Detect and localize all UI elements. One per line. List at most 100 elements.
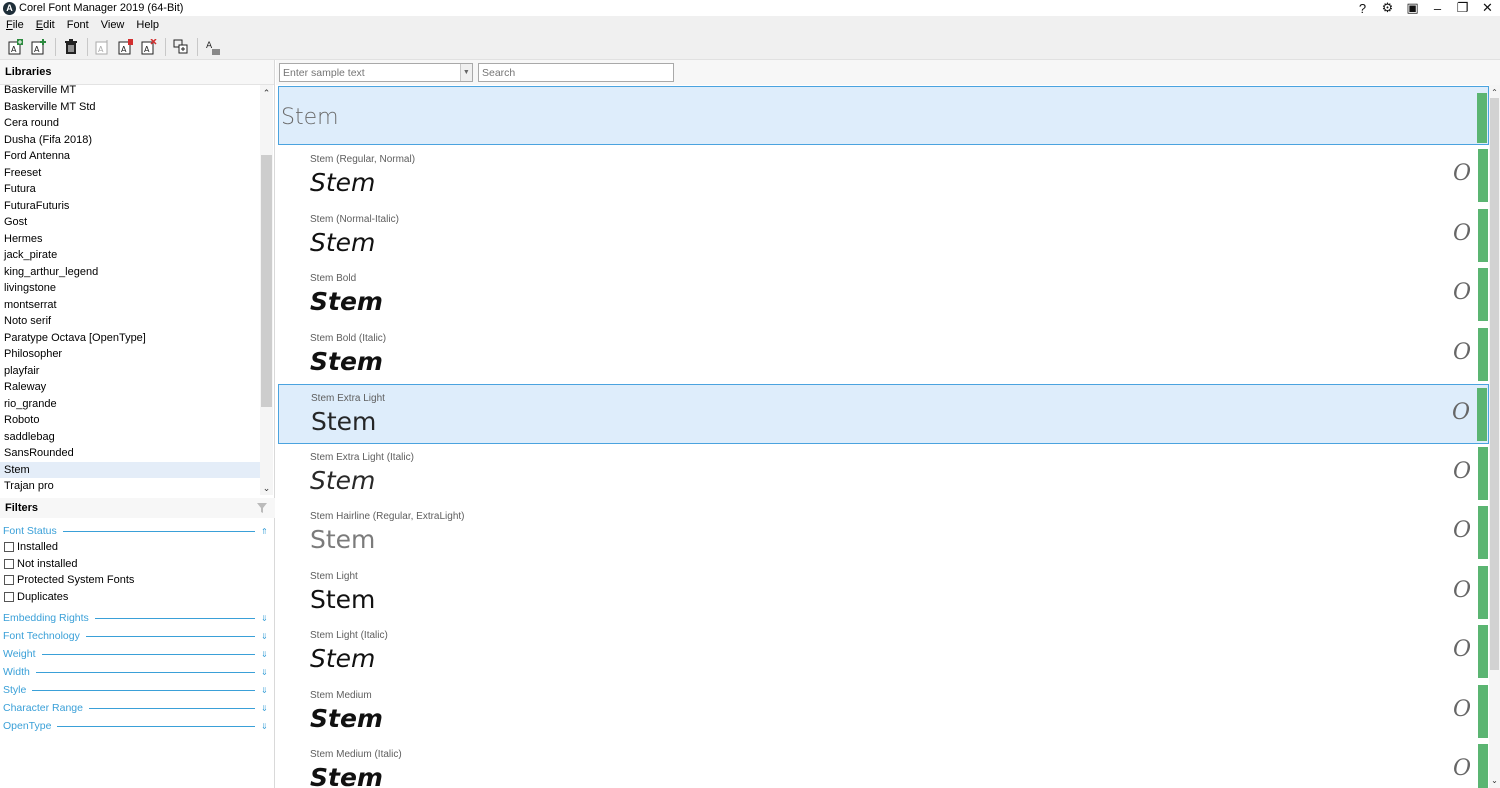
sample-text-combo[interactable]: ▼ bbox=[279, 63, 473, 82]
add-font-button[interactable]: A bbox=[28, 36, 50, 58]
font-row[interactable]: Stem Light (Italic) Stem O bbox=[278, 622, 1489, 682]
expand-icon[interactable]: ⇓ bbox=[261, 668, 269, 677]
clear-filter-icon[interactable] bbox=[256, 502, 268, 514]
font-list-scroll-thumb[interactable] bbox=[1490, 98, 1499, 670]
expand-icon[interactable]: ⇓ bbox=[261, 650, 269, 659]
filter-section[interactable]: Embedding Rights ⇓ bbox=[3, 611, 269, 625]
restore-button[interactable]: ❐ bbox=[1450, 0, 1475, 16]
collapse-icon[interactable]: ⇑ bbox=[261, 527, 269, 536]
library-item[interactable]: TrajanPro Regular bbox=[0, 495, 260, 496]
library-item[interactable]: Baskerville MT bbox=[0, 85, 260, 99]
font-row[interactable]: Stem Extra Light Stem O bbox=[278, 384, 1489, 444]
opentype-icon: O bbox=[1452, 161, 1471, 186]
filter-section[interactable]: Font Technology ⇓ bbox=[3, 629, 269, 643]
libraries-scrollbar[interactable]: ⌃ ⌄ bbox=[260, 85, 273, 495]
font-row[interactable]: Stem Extra Light (Italic) Stem O bbox=[278, 444, 1489, 504]
scroll-down-icon[interactable]: ⌄ bbox=[260, 482, 273, 495]
filter-section-font-status[interactable]: Font Status ⇑ bbox=[3, 524, 269, 538]
uninstall-font-button[interactable]: A bbox=[115, 36, 137, 58]
scroll-up-icon[interactable]: ⌃ bbox=[260, 87, 273, 100]
library-item[interactable]: playfair bbox=[0, 363, 260, 380]
menu-font[interactable]: Font bbox=[61, 19, 95, 31]
library-item[interactable]: Ford Antenna bbox=[0, 148, 260, 165]
library-item[interactable]: Stem bbox=[0, 461, 260, 478]
settings-icon[interactable]: ⚙ bbox=[1375, 0, 1400, 16]
menu-help[interactable]: Help bbox=[130, 19, 165, 31]
delete-button[interactable] bbox=[60, 36, 82, 58]
menu-view[interactable]: View bbox=[95, 19, 131, 31]
checkbox[interactable] bbox=[4, 558, 14, 569]
checkbox[interactable] bbox=[4, 542, 14, 552]
opentype-icon: O bbox=[1452, 756, 1471, 781]
font-list-scrollbar[interactable]: ⌃ ⌄ bbox=[1489, 85, 1500, 788]
scroll-down-icon[interactable]: ⌄ bbox=[1489, 774, 1500, 786]
library-item[interactable]: king_arthur_legend bbox=[0, 264, 260, 281]
filter-section[interactable]: Style ⇓ bbox=[3, 683, 269, 697]
expand-icon[interactable]: ⇓ bbox=[261, 614, 269, 623]
library-item[interactable]: Paratype Octava [OpenType] bbox=[0, 330, 260, 347]
library-item[interactable]: Raleway bbox=[0, 379, 260, 396]
library-item[interactable]: Roboto bbox=[0, 412, 260, 429]
font-row[interactable]: Stem Medium (Italic) Stem O bbox=[278, 741, 1489, 788]
filter-protected-system-fonts[interactable]: Protected System Fonts bbox=[4, 572, 134, 588]
library-item[interactable]: Dusha (Fifa 2018) bbox=[0, 132, 260, 149]
toolbar-separator bbox=[87, 37, 88, 56]
library-item[interactable]: Trajan pro bbox=[0, 478, 260, 495]
library-item[interactable]: SansRounded bbox=[0, 445, 260, 462]
library-item[interactable]: Baskerville MT Std bbox=[0, 99, 260, 116]
filter-installed[interactable]: Installed bbox=[4, 539, 58, 555]
library-item[interactable]: Cera round bbox=[0, 115, 260, 132]
chevron-down-icon[interactable]: ▼ bbox=[459, 64, 472, 81]
library-item[interactable]: Gost bbox=[0, 214, 260, 231]
expand-icon[interactable]: ⇓ bbox=[261, 632, 269, 641]
font-row[interactable]: Stem Bold Stem O bbox=[278, 265, 1489, 325]
library-item[interactable]: Hermes bbox=[0, 231, 260, 248]
remove-font-button[interactable]: A bbox=[138, 36, 160, 58]
library-item[interactable]: Philosopher bbox=[0, 346, 260, 363]
search-input[interactable] bbox=[479, 66, 673, 79]
library-item[interactable]: FuturaFuturis bbox=[0, 198, 260, 215]
menu-file[interactable]: File bbox=[0, 19, 30, 31]
filter-section[interactable]: OpenType ⇓ bbox=[3, 719, 269, 733]
font-row[interactable]: Stem Light Stem O bbox=[278, 563, 1489, 623]
library-item[interactable]: montserrat bbox=[0, 297, 260, 314]
minimize-button[interactable]: – bbox=[1425, 0, 1450, 16]
library-item[interactable]: livingstone bbox=[0, 280, 260, 297]
font-row[interactable]: Stem Bold (Italic) Stem O bbox=[278, 325, 1489, 385]
library-item[interactable]: Futura bbox=[0, 181, 260, 198]
expand-icon[interactable]: ⇓ bbox=[261, 704, 269, 713]
library-item[interactable]: jack_pirate bbox=[0, 247, 260, 264]
font-row[interactable]: Stem (Normal-Italic) Stem O bbox=[278, 206, 1489, 266]
checkbox[interactable] bbox=[4, 575, 14, 585]
filter-duplicates[interactable]: Duplicates bbox=[4, 589, 68, 605]
expand-icon[interactable]: ⇓ bbox=[261, 686, 269, 695]
font-row[interactable]: Stem Hairline (Regular, ExtraLight) Stem O bbox=[278, 503, 1489, 563]
account-icon[interactable]: ▣ bbox=[1400, 0, 1425, 16]
scroll-up-icon[interactable]: ⌃ bbox=[1489, 86, 1500, 98]
expand-icon[interactable]: ⇓ bbox=[261, 722, 269, 731]
font-row[interactable]: Stem Medium Stem O bbox=[278, 682, 1489, 742]
search-box[interactable] bbox=[478, 63, 674, 82]
library-item[interactable]: Noto serif bbox=[0, 313, 260, 330]
checkbox[interactable] bbox=[4, 591, 14, 602]
font-family-header[interactable]: Stem bbox=[278, 86, 1489, 145]
filter-section[interactable]: Weight ⇓ bbox=[3, 647, 269, 661]
libraries-scroll-thumb[interactable] bbox=[261, 155, 272, 407]
filter-section[interactable]: Width ⇓ bbox=[3, 665, 269, 679]
opentype-icon: O bbox=[1452, 577, 1471, 603]
menu-edit[interactable]: Edit bbox=[30, 19, 61, 31]
sample-text-input[interactable] bbox=[280, 66, 460, 79]
filter-section[interactable]: Character Range ⇓ bbox=[3, 701, 269, 715]
close-button[interactable]: ✕ bbox=[1475, 0, 1500, 16]
add-font-library-button[interactable]: A bbox=[5, 36, 27, 58]
filter-not-installed[interactable]: Not installed bbox=[4, 556, 78, 572]
help-icon[interactable]: ? bbox=[1350, 0, 1375, 16]
font-row[interactable]: Stem (Regular, Normal) Stem O bbox=[278, 146, 1489, 206]
library-item[interactable]: saddlebag bbox=[0, 429, 260, 446]
font-preview: Stem bbox=[310, 525, 376, 554]
library-item[interactable]: Freeset bbox=[0, 165, 260, 182]
install-font-button[interactable]: A bbox=[92, 36, 114, 58]
text-settings-button[interactable]: A bbox=[202, 36, 224, 58]
library-item[interactable]: rio_grande bbox=[0, 396, 260, 413]
glyph-view-button[interactable] bbox=[170, 36, 192, 58]
